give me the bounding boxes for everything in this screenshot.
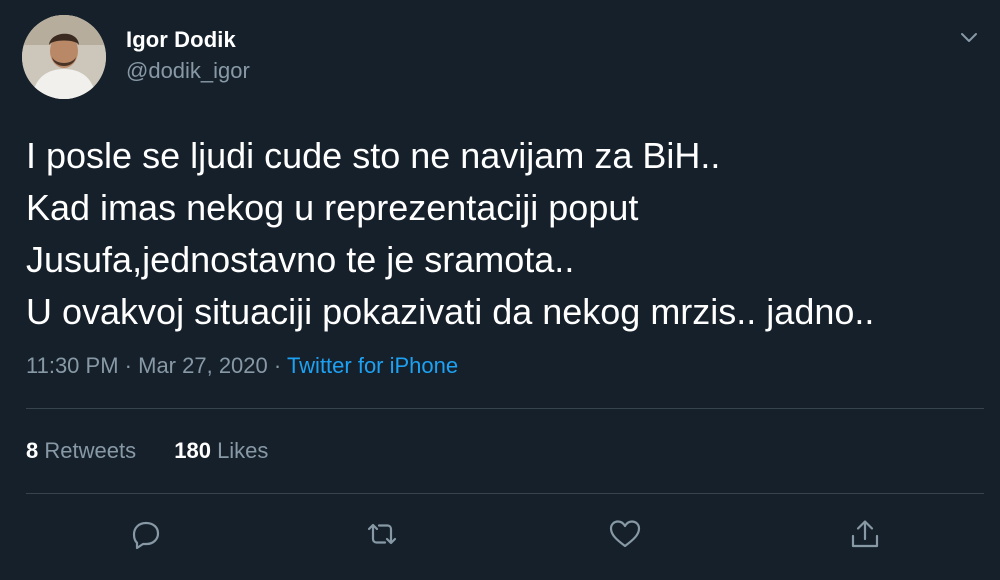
- chevron-down-icon[interactable]: [956, 24, 982, 50]
- retweets-count: 8: [26, 438, 39, 463]
- likes-label: Likes: [217, 438, 269, 463]
- author-handle[interactable]: @dodik_igor: [126, 58, 250, 84]
- divider: [26, 493, 984, 494]
- tweet-source-link[interactable]: Twitter for iPhone: [287, 353, 458, 378]
- author-name[interactable]: Igor Dodik: [126, 27, 236, 53]
- avatar[interactable]: [22, 15, 106, 99]
- likes-count: 180: [174, 438, 211, 463]
- tweet-time[interactable]: 11:30 PM: [26, 353, 119, 378]
- tweet-text: I posle se ljudi cude sto ne navijam za …: [26, 135, 875, 332]
- tweet-meta: 11:30 PM · Mar 27, 2020 · Twitter for iP…: [26, 353, 458, 379]
- retweets-stat[interactable]: 8 Retweets: [26, 438, 136, 463]
- meta-separator: ·: [124, 353, 132, 378]
- likes-stat[interactable]: 180 Likes: [174, 438, 268, 463]
- tweet-card: Igor Dodik @dodik_igor I posle se ljudi …: [0, 0, 1000, 580]
- tweet-stats: 8 Retweets 180 Likes: [26, 438, 268, 464]
- meta-separator: ·: [273, 353, 282, 378]
- retweets-label: Retweets: [44, 438, 137, 463]
- share-icon[interactable]: [845, 514, 885, 554]
- heart-icon[interactable]: [605, 514, 645, 554]
- divider: [26, 408, 984, 409]
- avatar-photo: [22, 15, 106, 99]
- reply-icon[interactable]: [126, 514, 166, 554]
- tweet-date[interactable]: Mar 27, 2020: [138, 353, 268, 378]
- retweet-icon[interactable]: [362, 514, 402, 554]
